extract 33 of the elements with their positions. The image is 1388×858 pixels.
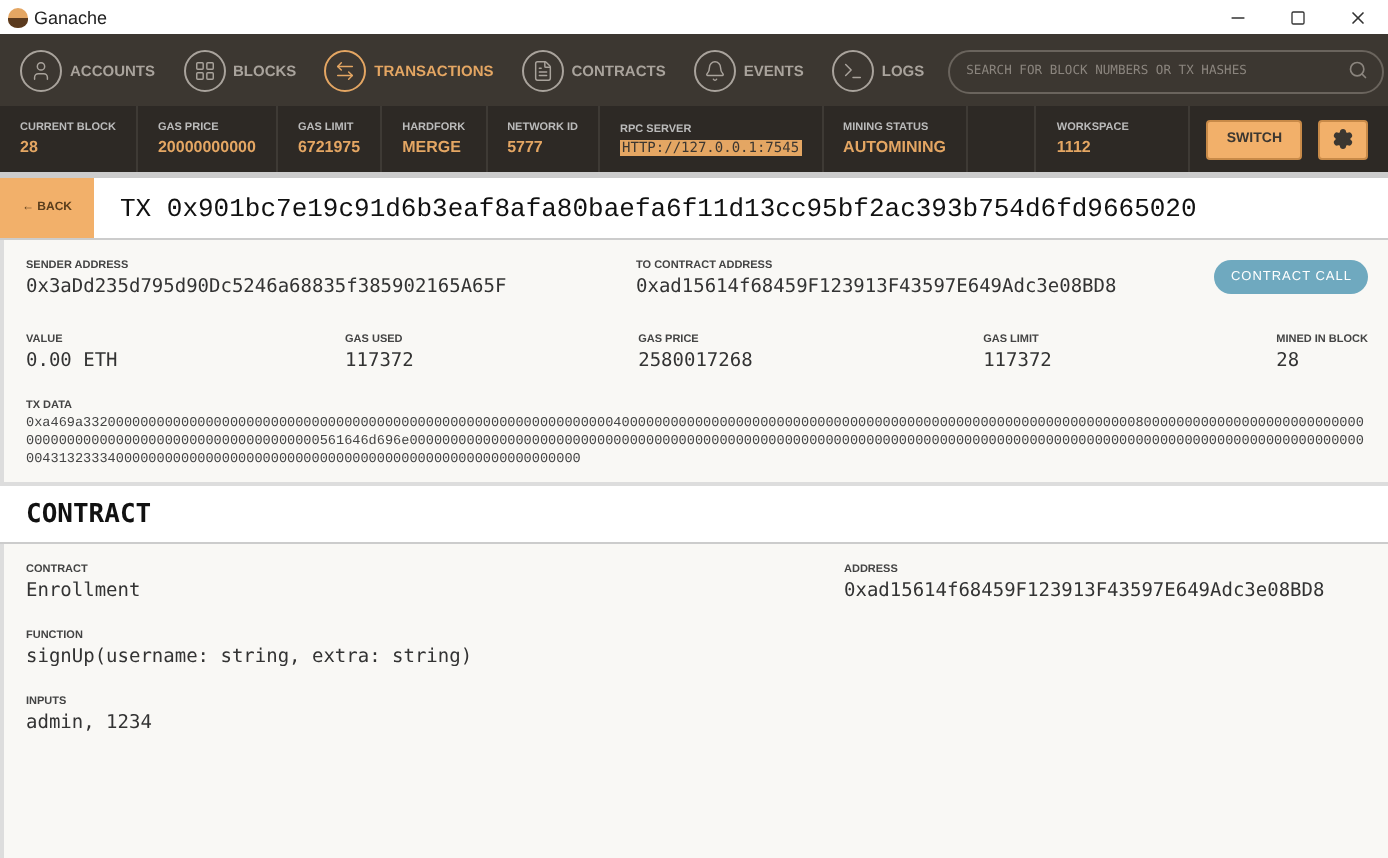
field-value: 0.00 ETH — [26, 350, 120, 372]
field-value: 28 — [1276, 350, 1302, 372]
field-value: 117372 — [345, 350, 416, 372]
window-title: Ganache — [34, 7, 110, 27]
stat-value: 1112 — [1056, 138, 1093, 156]
stat-value: 20000000000 — [157, 138, 256, 156]
section-heading: CONTRACT — [26, 499, 152, 529]
settings-icon — [1332, 128, 1354, 150]
field-value: admin, 1234 — [26, 712, 152, 734]
search-icon — [1348, 60, 1369, 80]
maximize-icon — [1290, 9, 1306, 25]
arrows-icon — [324, 49, 367, 91]
field-value: 2580017268 — [638, 350, 755, 372]
settings-button[interactable] — [1318, 119, 1368, 159]
document-icon — [521, 49, 564, 91]
bell-icon — [693, 49, 736, 91]
transaction-hash-title: TX 0x901bc7e19c91d6b3eaf8afa80baefa6f11d13cc95bf2ac393b754d6fd9665020 — [120, 193, 1197, 223]
app-logo-icon — [8, 7, 28, 27]
close-icon — [1348, 7, 1368, 27]
stat-value: 6721975 — [297, 138, 361, 156]
user-icon — [20, 49, 62, 91]
field-value: signUp(username: string, extra: string) — [26, 646, 473, 668]
field-value: 0xad15614f68459F123913F43597E649Adc3e08BD8 — [636, 276, 1117, 298]
field-value: 0x3aDd235d795d90Dc5246a68835f385902165A65F — [26, 276, 509, 298]
grid-icon — [183, 49, 225, 91]
field-value: 117372 — [983, 350, 1054, 372]
stat-value: AUTOMINING — [843, 138, 946, 156]
stat-value: 28 — [20, 138, 40, 156]
terminal-icon — [831, 49, 874, 91]
field-value: Enrollment — [26, 580, 143, 602]
stat-value: 5777 — [507, 138, 545, 156]
field-value: 0xad15614f68459F123913F43597E649Adc3e08BD8 — [844, 580, 1325, 602]
stat-value: MERGE — [402, 138, 463, 156]
